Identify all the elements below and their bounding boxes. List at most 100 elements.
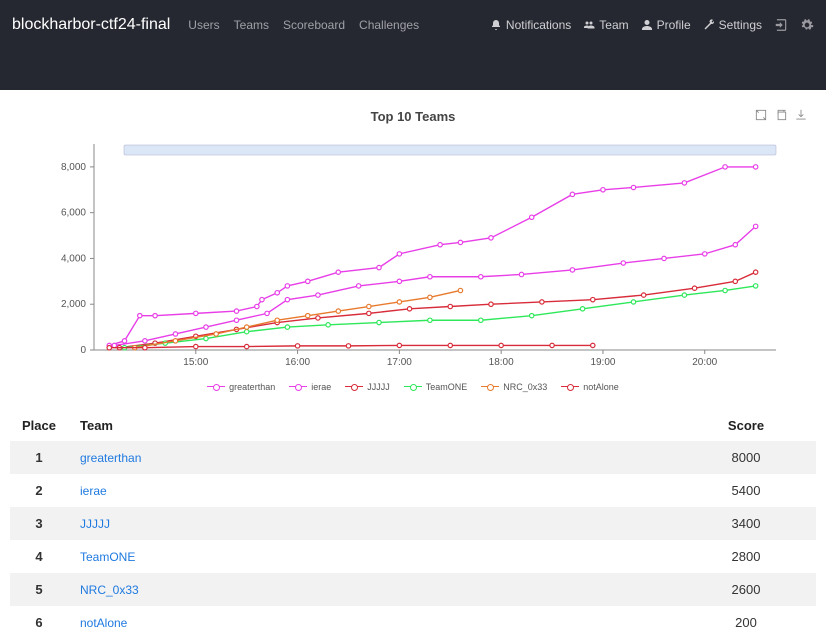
- user-icon: [641, 19, 653, 31]
- svg-text:4,000: 4,000: [61, 253, 86, 264]
- nav-admin[interactable]: [800, 18, 814, 32]
- navbar: blockharbor-ctf24-final Users Teams Scor…: [0, 0, 826, 90]
- cell-team: TeamONE: [68, 540, 676, 573]
- cell-place: 6: [10, 606, 68, 639]
- table-row: 5 NRC_0x33 2600: [10, 573, 816, 606]
- legend-marker-icon: [481, 383, 499, 391]
- nav-team-label: Team: [599, 18, 628, 32]
- cell-score: 200: [676, 606, 816, 639]
- zoom-reset-icon[interactable]: [754, 108, 768, 122]
- nav-teams[interactable]: Teams: [234, 18, 269, 32]
- nav-notifications[interactable]: Notifications: [490, 18, 571, 32]
- legend-item[interactable]: notAlone: [561, 382, 619, 392]
- cell-score: 5400: [676, 474, 816, 507]
- nav-users[interactable]: Users: [188, 18, 219, 32]
- svg-text:0: 0: [80, 345, 86, 356]
- nav-scoreboard[interactable]: Scoreboard: [283, 18, 345, 32]
- team-link[interactable]: NRC_0x33: [80, 583, 139, 597]
- legend-label: ierae: [311, 382, 331, 392]
- cell-place: 3: [10, 507, 68, 540]
- nav-right: Notifications Team Profile Settings: [490, 18, 814, 32]
- legend-label: TeamONE: [426, 382, 468, 392]
- team-link[interactable]: ierae: [80, 484, 107, 498]
- wrench-icon: [703, 19, 715, 31]
- cell-team: greaterthan: [68, 441, 676, 474]
- cell-team: JJJJJ: [68, 507, 676, 540]
- cell-place: 5: [10, 573, 68, 606]
- cell-place: 4: [10, 540, 68, 573]
- table-row: 2 ierae 5400: [10, 474, 816, 507]
- legend-item[interactable]: greaterthan: [207, 382, 275, 392]
- chart-svg: 0 2,000 4,000 6,000 8,000 15:00 16:00 17:00 18:0…: [10, 130, 816, 380]
- team-link[interactable]: notAlone: [80, 616, 127, 630]
- table-body: 1 greaterthan 8000 2 ierae 5400 3 JJJJJ 3400 4 Tea…: [10, 441, 816, 639]
- legend-marker-icon: [289, 383, 307, 391]
- legend-item[interactable]: JJJJJ: [345, 382, 390, 392]
- cell-place: 2: [10, 474, 68, 507]
- legend-item[interactable]: ierae: [289, 382, 331, 392]
- svg-text:2,000: 2,000: [61, 299, 86, 310]
- team-link[interactable]: greaterthan: [80, 451, 141, 465]
- cell-score: 2800: [676, 540, 816, 573]
- nav-left: Users Teams Scoreboard Challenges: [188, 18, 419, 32]
- team-icon: [583, 19, 595, 31]
- nav-settings-label: Settings: [719, 18, 762, 32]
- legend-label: JJJJJ: [367, 382, 390, 392]
- cell-team: ierae: [68, 474, 676, 507]
- nav-profile-label: Profile: [657, 18, 691, 32]
- nav-notifications-label: Notifications: [506, 18, 571, 32]
- svg-text:19:00: 19:00: [590, 357, 615, 368]
- svg-text:18:00: 18:00: [489, 357, 514, 368]
- legend-marker-icon: [404, 383, 422, 391]
- svg-text:17:00: 17:00: [387, 357, 412, 368]
- chart-area[interactable]: 0 2,000 4,000 6,000 8,000 15:00 16:00 17:00 18:0…: [10, 130, 816, 380]
- table-row: 3 JJJJJ 3400: [10, 507, 816, 540]
- content: Top 10 Teams 0 2,000 4,000 6,000 8,000 15:00 1…: [0, 90, 826, 639]
- chart-header: Top 10 Teams: [10, 108, 816, 126]
- cell-team: NRC_0x33: [68, 573, 676, 606]
- cell-score: 8000: [676, 441, 816, 474]
- legend-label: NRC_0x33: [503, 382, 547, 392]
- col-place: Place: [10, 410, 68, 441]
- nav-logout[interactable]: [774, 18, 788, 32]
- legend-label: greaterthan: [229, 382, 275, 392]
- chart-legend: greaterthan ierae JJJJJ TeamONE NRC_0x33 notA…: [10, 382, 816, 392]
- cell-place: 1: [10, 441, 68, 474]
- legend-label: notAlone: [583, 382, 619, 392]
- svg-text:16:00: 16:00: [285, 357, 310, 368]
- download-icon[interactable]: [794, 108, 808, 122]
- cell-score: 2600: [676, 573, 816, 606]
- col-team: Team: [68, 410, 676, 441]
- table-row: 4 TeamONE 2800: [10, 540, 816, 573]
- nav-team[interactable]: Team: [583, 18, 628, 32]
- brand[interactable]: blockharbor-ctf24-final: [12, 16, 170, 34]
- team-link[interactable]: TeamONE: [80, 550, 135, 564]
- legend-marker-icon: [561, 383, 579, 391]
- logout-icon: [774, 18, 788, 32]
- legend-marker-icon: [345, 383, 363, 391]
- chart-title: Top 10 Teams: [371, 109, 456, 124]
- gear-icon: [800, 18, 814, 32]
- chart-tools: [754, 108, 808, 122]
- svg-text:15:00: 15:00: [183, 357, 208, 368]
- table-row: 1 greaterthan 8000: [10, 441, 816, 474]
- svg-text:8,000: 8,000: [61, 162, 86, 173]
- bell-icon: [490, 19, 502, 31]
- svg-text:6,000: 6,000: [61, 208, 86, 219]
- nav-challenges[interactable]: Challenges: [359, 18, 419, 32]
- cell-team: notAlone: [68, 606, 676, 639]
- legend-item[interactable]: NRC_0x33: [481, 382, 547, 392]
- nav-settings[interactable]: Settings: [703, 18, 762, 32]
- table-row: 6 notAlone 200: [10, 606, 816, 639]
- svg-text:20:00: 20:00: [692, 357, 717, 368]
- nav-profile[interactable]: Profile: [641, 18, 691, 32]
- legend-marker-icon: [207, 383, 225, 391]
- cell-score: 3400: [676, 507, 816, 540]
- team-link[interactable]: JJJJJ: [80, 517, 110, 531]
- navbar-row: blockharbor-ctf24-final Users Teams Scor…: [0, 0, 826, 50]
- table-header-row: Place Team Score: [10, 410, 816, 441]
- legend-item[interactable]: TeamONE: [404, 382, 468, 392]
- scoreboard-table: Place Team Score 1 greaterthan 8000 2 ierae 5…: [10, 410, 816, 639]
- col-score: Score: [676, 410, 816, 441]
- restore-icon[interactable]: [774, 108, 788, 122]
